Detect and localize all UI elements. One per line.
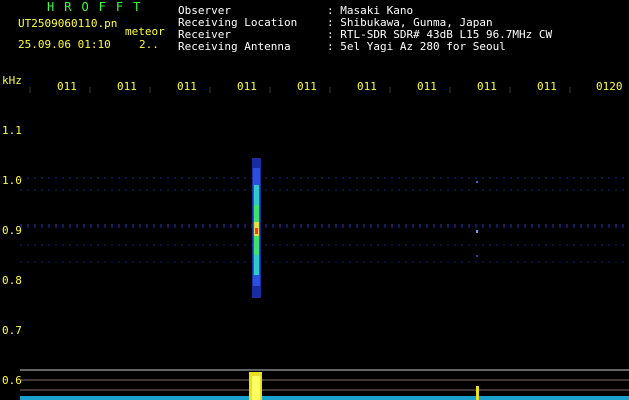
amplitude-trace [20,372,629,400]
spectrogram [20,87,629,400]
faint-echo [476,181,478,257]
carrier-lines [20,177,629,263]
time-axis-minor-ticks [29,87,571,93]
meteor-echo [252,158,261,298]
reference-lines [20,369,629,391]
